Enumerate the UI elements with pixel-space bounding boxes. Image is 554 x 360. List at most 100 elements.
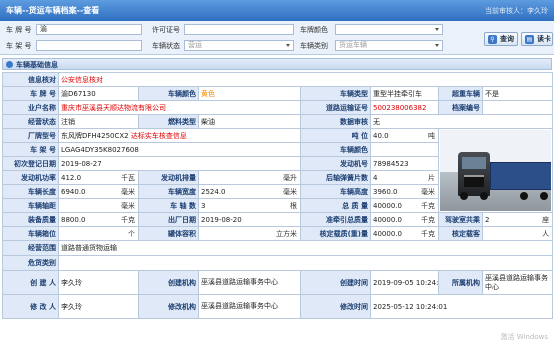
truck-grille-shape: [464, 175, 484, 187]
create-org-label: 创建机构: [138, 270, 199, 295]
length-label: 车辆长度: [2, 184, 59, 199]
type-label: 车辆类别: [300, 42, 328, 50]
length-value: 6940.0: [61, 187, 86, 196]
vtype-value: 重型半挂牵引车: [370, 86, 439, 101]
rated-label: 核定载质(重)量: [300, 226, 371, 241]
activation-watermark: 激活 Windows: [500, 333, 548, 341]
read-card-button[interactable]: ▤ 读卡: [521, 32, 553, 46]
plate-color-select[interactable]: [335, 24, 443, 35]
vin-label: 车 架 号: [6, 42, 32, 50]
axles-label: 车 轴 数: [138, 198, 199, 213]
edit-org-label: 修改机构: [138, 294, 199, 319]
height-unit: 毫米: [421, 188, 435, 196]
audit-label: 数据审核: [300, 114, 371, 129]
cab-value: 2: [485, 215, 490, 224]
disp-cell: 毫升: [198, 170, 301, 185]
create-time-label: 创建时间: [300, 270, 371, 295]
height-label: 车辆高度: [300, 184, 371, 199]
tow-unit: 千克: [421, 216, 435, 224]
rated-pass-label: 核定载客: [438, 226, 483, 241]
status-label: 车辆状态: [152, 42, 180, 50]
vin-input[interactable]: [36, 40, 142, 51]
scope-value: 道路普通货物运输: [57, 240, 554, 256]
axles-cell: 3根: [198, 198, 301, 213]
cab-cell: 2座: [481, 212, 554, 227]
query-button-label: 查询: [500, 35, 514, 43]
rated-cell: 40000.0 千克: [370, 226, 439, 241]
scope-label: 经营范围: [2, 240, 59, 256]
color-label: 车辆颜色: [138, 86, 199, 101]
danger-label: 危货类别: [2, 255, 59, 271]
rated-pass-cell: 人: [481, 226, 554, 241]
model-value: 东风牌DFH4250CX2 达标实车核查信息: [58, 128, 301, 143]
power-unit: 千瓦: [121, 174, 135, 182]
power-value: 412.0: [61, 173, 82, 182]
query-button[interactable]: ⚲ 查询: [484, 32, 518, 46]
permit-label: 许可证号: [152, 26, 180, 34]
volume-label: 罐体容积: [138, 226, 199, 241]
length-cell: 6940.0 毫米: [58, 184, 139, 199]
vehicle-photo[interactable]: [440, 130, 552, 211]
fuel-label: 燃料类型: [138, 114, 199, 129]
wheelbase-label: 车辆轴距: [2, 198, 59, 213]
vehicle-photo-cell[interactable]: [437, 128, 554, 213]
volume-unit: 立方米: [276, 230, 297, 238]
section-title: 车辆基础信息: [16, 61, 58, 69]
plate-label: 车 牌 号: [2, 86, 59, 101]
plate-value: 渝D67130: [58, 86, 139, 101]
current-reviewer: 当前审核人：李久玲: [485, 7, 548, 15]
wheel-shape: [540, 192, 548, 200]
danger-value: [57, 255, 554, 271]
color-value: 黄色: [198, 86, 301, 101]
file-label: 档案编号: [438, 100, 483, 115]
tow-cell: 40000.0 千克: [370, 212, 439, 227]
window-titlebar: 车辆--货运车辆档案--查看 当前审核人：李久玲: [0, 0, 554, 21]
tonnage-cell: 40.0 吨: [370, 128, 439, 143]
width-label: 车辆宽度: [138, 184, 199, 199]
factory-value: 2019-08-20: [198, 212, 301, 227]
edit-time-label: 修改时间: [300, 294, 371, 319]
boxes-cell: 个: [58, 226, 139, 241]
model-warning-link[interactable]: 达标实车核查信息: [131, 132, 187, 140]
cab-label: 驾驶室共乘: [438, 212, 483, 227]
disp-label: 发动机排量: [138, 170, 199, 185]
rated-value: 40000.0: [373, 229, 402, 238]
super-label: 超重车辆: [438, 86, 483, 101]
collapse-icon[interactable]: [6, 61, 13, 68]
type-select[interactable]: 货运车辆: [335, 40, 443, 51]
total-cell: 40000.0 千克: [370, 198, 439, 213]
read-card-button-label: 读卡: [537, 35, 551, 43]
curb-cell: 8800.0 千克: [58, 212, 139, 227]
plate-input[interactable]: 渝: [36, 24, 142, 35]
body-color-label: 车辆颜色: [300, 142, 371, 157]
search-panel: 车 牌 号 渝 许可证号 车牌颜色 车 架 号 车辆状态 营运 车辆类别 货运车…: [0, 21, 554, 55]
body-color-value: [370, 142, 439, 157]
rated-unit: 千克: [421, 230, 435, 238]
power-cell: 412.0 千瓦: [58, 170, 139, 185]
check-value[interactable]: 公安信息核对: [57, 72, 554, 87]
trailer-shape: [490, 162, 552, 190]
permit-input[interactable]: [184, 24, 294, 35]
status-select[interactable]: 营运: [184, 40, 294, 51]
check-label: 信息核对: [2, 72, 59, 87]
engine-no-value: 78984523: [370, 156, 439, 171]
owner-org-label: 所属机构: [438, 270, 483, 295]
curb-label: 装备质量: [2, 212, 59, 227]
height-value: 3960.0: [373, 187, 398, 196]
audit-value: 无: [369, 114, 554, 129]
wheel-shape: [460, 192, 468, 200]
section-header[interactable]: 车辆基础信息: [2, 58, 552, 70]
create-org-value: 巫溪县道路运输事务中心: [198, 270, 301, 295]
curb-value: 8800.0: [61, 215, 86, 224]
width-cell: 2524.0 毫米: [198, 184, 301, 199]
springs-cell: 4片: [370, 170, 439, 185]
tonnage-unit: 吨: [428, 132, 435, 140]
editor-value: 李久玲: [58, 294, 139, 319]
power-label: 发动机功率: [2, 170, 59, 185]
boxes-label: 车辆箱位: [2, 226, 59, 241]
window-title: 车辆--货运车辆档案--查看: [6, 6, 100, 15]
springs-value: 4: [373, 173, 378, 182]
springs-unit: 片: [428, 174, 435, 182]
plate-label: 车 牌 号: [6, 26, 32, 34]
vin-value: LGAG4DY35K8027608: [58, 142, 301, 157]
